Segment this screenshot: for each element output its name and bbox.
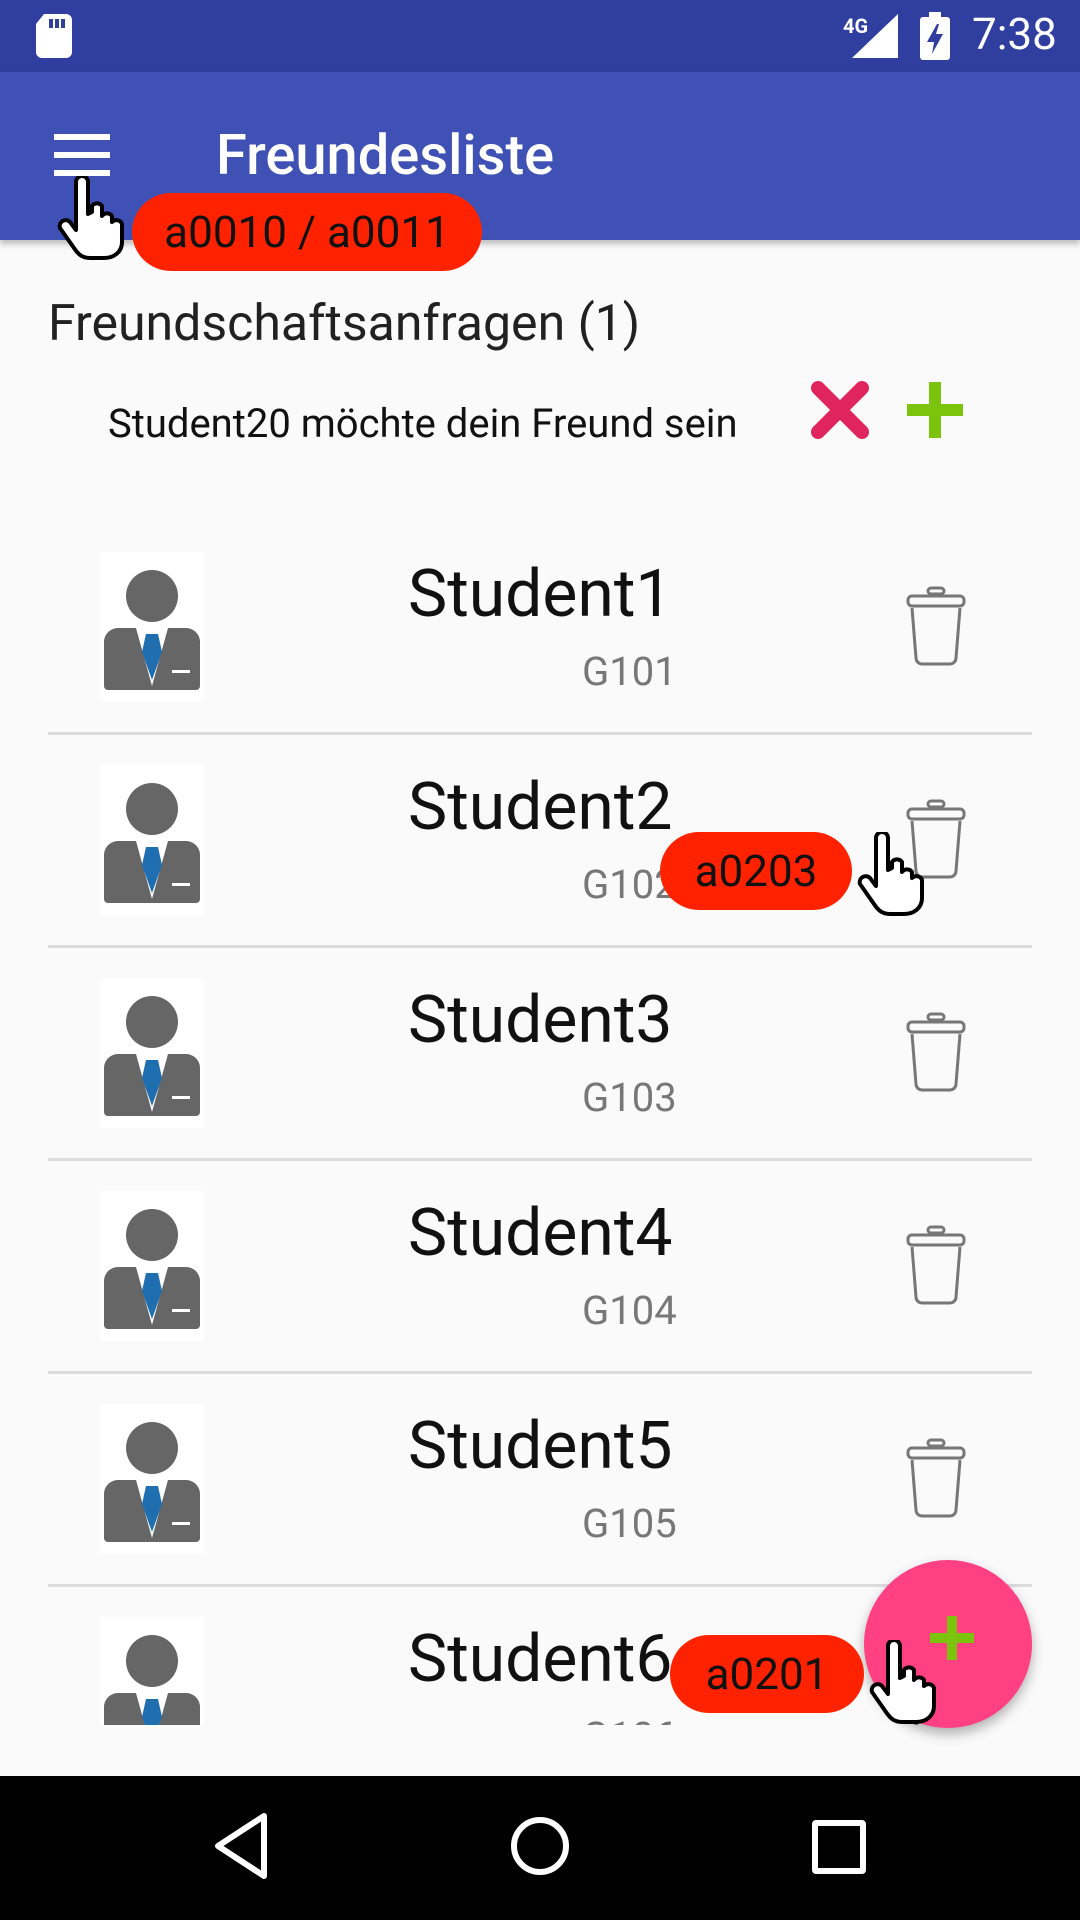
recent-apps-icon[interactable] [812,1820,866,1874]
tap-hand-icon [857,832,924,916]
friend-group: G101 [582,648,677,695]
system-nav-bar [0,1776,1080,1920]
reject-request-button[interactable] [808,378,872,442]
menu-icon-bar [54,152,110,158]
friend-list[interactable]: Student1 G101 Student2 G102 Student3 G103 Stud… [0,520,1080,1725]
friend-row[interactable]: Student4 G104 [0,1159,1080,1374]
trash-icon [904,1012,968,1096]
friend-name: Student5 [408,1408,673,1485]
friend-request-text: Student20 möchte dein Freund sein [108,400,738,447]
avatar [100,1617,204,1725]
accept-request-button[interactable] [905,380,965,440]
status-bar: 4G 7:38 [0,0,1080,72]
friend-requests-heading: Freundschaftsanfragen (1) [48,295,641,353]
trash-icon [904,586,968,670]
avatar [100,978,204,1128]
annotation-tag-add: a0201 [670,1635,864,1713]
home-icon[interactable] [508,1810,572,1882]
avatar [100,1191,204,1341]
friend-name: Student2 [408,769,673,846]
annotation-tag-delete: a0203 [660,832,852,910]
friend-name: Student6 [408,1621,673,1698]
annotation-tag-menu: a0010 / a0011 [132,193,482,271]
menu-icon [54,134,110,140]
tap-hand-icon [57,176,124,260]
trash-icon [904,1225,968,1309]
trash-icon [904,1438,968,1522]
friend-group: G106 [582,1713,677,1725]
delete-friend-button[interactable] [904,1225,968,1305]
close-icon [811,381,869,439]
friend-name: Student3 [408,982,673,1059]
delete-friend-button[interactable] [904,586,968,666]
friend-row[interactable]: Student3 G103 [0,946,1080,1161]
friend-row[interactable]: Student1 G101 [0,520,1080,735]
avatar [100,552,204,702]
signal-icon [852,14,898,58]
avatar [100,1404,204,1554]
plus-icon [907,382,963,438]
clock: 7:38 [972,8,1057,60]
menu-button[interactable] [48,132,120,180]
friend-group: G104 [582,1287,677,1334]
friend-row[interactable]: Student5 G105 [0,1372,1080,1587]
page-title: Freundesliste [216,122,555,188]
battery-charging-icon [920,12,950,60]
tap-hand-icon [869,1640,936,1724]
friend-group: G103 [582,1074,677,1121]
friend-name: Student1 [408,556,673,633]
delete-friend-button[interactable] [904,1012,968,1092]
back-icon[interactable] [212,1810,272,1882]
avatar [100,765,204,915]
delete-friend-button[interactable] [904,1438,968,1518]
friend-name: Student4 [408,1195,673,1272]
friend-group: G105 [582,1500,677,1547]
sd-card-icon [36,14,72,58]
